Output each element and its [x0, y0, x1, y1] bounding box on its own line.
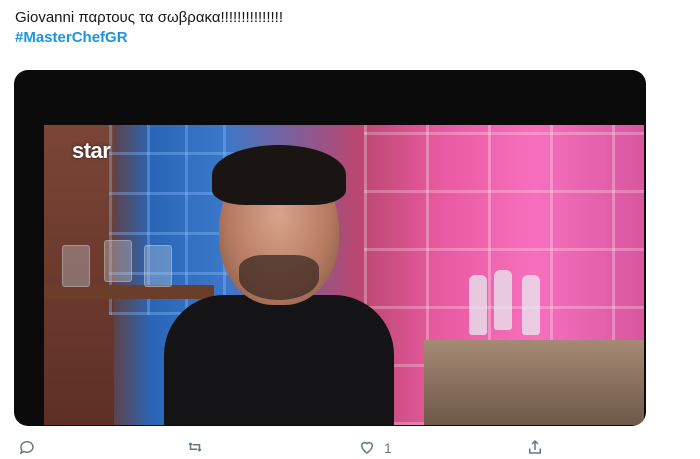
reply-icon [18, 438, 36, 459]
reply-button[interactable] [18, 437, 36, 459]
black-shirt [164, 295, 394, 425]
retweet-icon [186, 438, 204, 459]
bottle [494, 270, 512, 330]
share-icon [526, 438, 544, 459]
hair [212, 145, 346, 205]
like-count: 1 [384, 440, 392, 456]
like-button[interactable]: 1 [358, 437, 392, 459]
jar [104, 240, 132, 282]
jar [62, 245, 90, 287]
tweet-text: Giovanni παρτους τα σωβρακα!!!!!!!!!!!!!… [15, 8, 283, 48]
heart-icon [358, 438, 376, 459]
bottle [469, 275, 487, 335]
tweet-body: Giovanni παρτους τα σωβρακα!!!!!!!!!!!!!… [15, 9, 284, 26]
tweet-actions: 1 [18, 437, 658, 459]
kitchen-counter [424, 340, 644, 425]
tweet-media[interactable]: star [14, 70, 646, 426]
person [164, 145, 394, 425]
share-button[interactable] [526, 437, 544, 459]
hashtag-link[interactable]: #MasterChefGR [15, 28, 283, 48]
bottle [522, 275, 540, 335]
retweet-button[interactable] [186, 437, 204, 459]
tv-screen-photo: star [44, 125, 644, 425]
channel-logo: star [72, 138, 111, 163]
beard [239, 255, 319, 300]
